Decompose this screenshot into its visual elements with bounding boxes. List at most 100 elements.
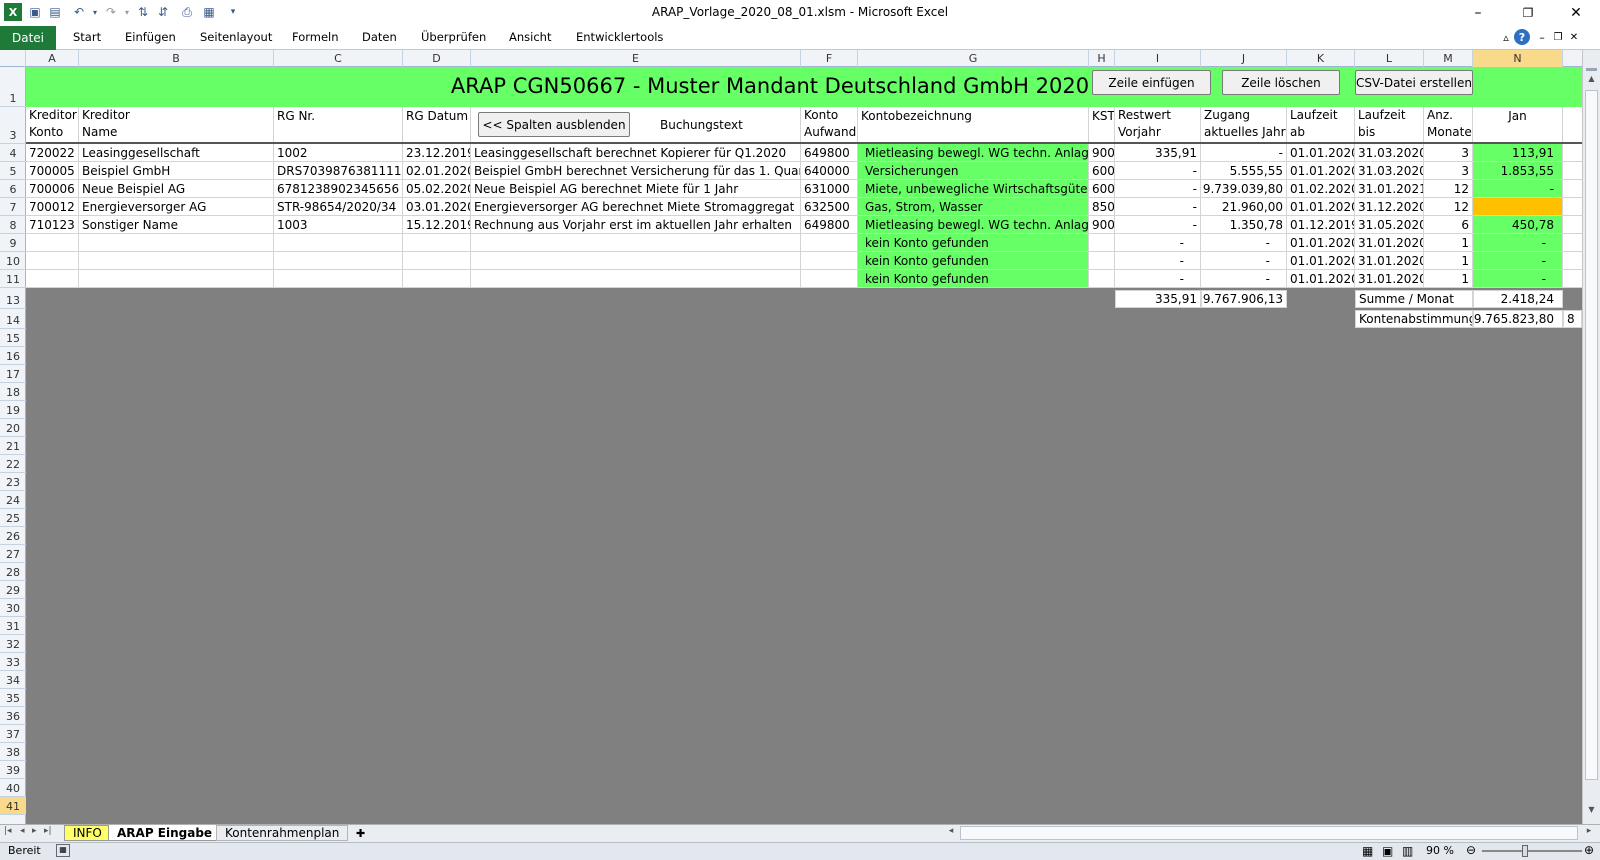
vertical-scrollbar[interactable]: ▲ ▼: [1582, 50, 1600, 824]
row-header[interactable]: 4: [0, 144, 26, 162]
cell-kreditor-name[interactable]: [79, 252, 274, 269]
cell-rg-datum[interactable]: 15.12.2019: [403, 216, 471, 233]
row-header[interactable]: 20: [0, 419, 26, 437]
row-header[interactable]: 17: [0, 365, 26, 383]
cell-buchungstext[interactable]: Beispiel GmbH berechnet Versicherung für…: [471, 162, 801, 179]
cell-rg-nr[interactable]: [274, 234, 403, 251]
cell-jan[interactable]: -: [1473, 270, 1563, 287]
cell-buchungstext[interactable]: [471, 270, 801, 287]
row-header[interactable]: 33: [0, 653, 26, 671]
tab-data[interactable]: Daten: [362, 30, 397, 44]
zoom-level[interactable]: 90 %: [1426, 844, 1454, 857]
cell-buchungstext[interactable]: Energieversorger AG berechnet Miete Stro…: [471, 198, 801, 215]
cell-jan[interactable]: -: [1473, 234, 1563, 251]
cell-kontobezeichnung[interactable]: Mietleasing bewegl. WG techn. Anlagen: [858, 144, 1089, 161]
row-header[interactable]: 3: [0, 107, 26, 144]
tab-developer[interactable]: Entwicklertools: [576, 30, 663, 44]
column-header-m[interactable]: M: [1424, 50, 1473, 67]
cell-rg-datum[interactable]: 05.02.2020: [403, 180, 471, 197]
cell-kst[interactable]: [1089, 270, 1115, 287]
total-restwert[interactable]: 335,91: [1115, 290, 1201, 308]
row-header[interactable]: 14: [0, 309, 26, 329]
cell-anz-monate[interactable]: 1: [1424, 234, 1473, 251]
cell-kreditor-name[interactable]: Energieversorger AG: [79, 198, 274, 215]
row-header[interactable]: 13: [0, 288, 26, 309]
cell-kreditor-konto[interactable]: 700006: [26, 180, 79, 197]
row-header[interactable]: 7: [0, 198, 26, 216]
cell-rg-datum[interactable]: 02.01.2020: [403, 162, 471, 179]
scroll-left-icon[interactable]: ◂: [946, 826, 956, 840]
row-header[interactable]: 28: [0, 563, 26, 581]
tab-file[interactable]: Datei: [0, 26, 56, 50]
tab-view[interactable]: Ansicht: [509, 30, 551, 44]
row-header[interactable]: 29: [0, 581, 26, 599]
row-header[interactable]: 39: [0, 761, 26, 779]
cell-kreditor-konto[interactable]: 710123: [26, 216, 79, 233]
column-header-j[interactable]: J: [1201, 50, 1287, 67]
cell-laufzeit-bis[interactable]: 31.01.2020: [1355, 270, 1424, 287]
cell-laufzeit-ab[interactable]: 01.01.2020: [1287, 144, 1355, 161]
cell-anz-monate[interactable]: 3: [1424, 144, 1473, 161]
sum-per-month-value[interactable]: 2.418,24: [1473, 290, 1563, 308]
row-header[interactable]: 11: [0, 270, 26, 288]
cell-buchungstext[interactable]: [471, 234, 801, 251]
cell-restwert[interactable]: -: [1115, 198, 1201, 215]
cell-rg-datum[interactable]: [403, 234, 471, 251]
cell-konto-aufwand[interactable]: 649800: [801, 216, 858, 233]
cell-restwert[interactable]: -: [1115, 270, 1201, 287]
scroll-down-icon[interactable]: ▼: [1585, 805, 1598, 817]
cell-anz-monate[interactable]: 12: [1424, 198, 1473, 215]
scroll-right-icon[interactable]: ▸: [1584, 826, 1594, 840]
row-header[interactable]: 25: [0, 509, 26, 527]
cell-restwert[interactable]: -: [1115, 234, 1201, 251]
sheet-tab-kontenrahmenplan[interactable]: Kontenrahmenplan: [216, 825, 349, 841]
row-header[interactable]: 8: [0, 216, 26, 234]
row-header[interactable]: 30: [0, 599, 26, 617]
cell-kreditor-name[interactable]: Sonstiger Name: [79, 216, 274, 233]
row-header[interactable]: 34: [0, 671, 26, 689]
cell-kontobezeichnung[interactable]: kein Konto gefunden: [858, 252, 1089, 269]
cell-kreditor-konto[interactable]: [26, 234, 79, 251]
row-header[interactable]: 36: [0, 707, 26, 725]
cell-konto-aufwand[interactable]: [801, 252, 858, 269]
cell-kst[interactable]: [1089, 252, 1115, 269]
cell-restwert[interactable]: -: [1115, 162, 1201, 179]
cell-laufzeit-bis[interactable]: 31.05.2020: [1355, 216, 1424, 233]
column-header-h[interactable]: H: [1089, 50, 1115, 67]
restore-button[interactable]: ❐: [1508, 2, 1548, 24]
cell-rg-datum[interactable]: 03.01.2020: [403, 198, 471, 215]
tab-page-layout[interactable]: Seitenlayout: [200, 30, 272, 44]
cell-anz-monate[interactable]: 12: [1424, 180, 1473, 197]
cell-kreditor-name[interactable]: [79, 270, 274, 287]
tab-insert[interactable]: Einfügen: [125, 30, 176, 44]
zoom-out-icon[interactable]: ⊖: [1466, 843, 1476, 857]
row-header[interactable]: 18: [0, 383, 26, 401]
cell-restwert[interactable]: -: [1115, 252, 1201, 269]
tab-start[interactable]: Start: [73, 30, 101, 44]
tab-review[interactable]: Überprüfen: [421, 30, 486, 44]
cell-laufzeit-ab[interactable]: 01.01.2020: [1287, 234, 1355, 251]
cell-buchungstext[interactable]: Leasinggesellschaft berechnet Kopierer f…: [471, 144, 801, 161]
cell-konto-aufwand[interactable]: [801, 270, 858, 287]
row-header[interactable]: 16: [0, 347, 26, 365]
column-header-i[interactable]: I: [1115, 50, 1201, 67]
cell-kst[interactable]: 600: [1089, 180, 1115, 197]
row-header[interactable]: 24: [0, 491, 26, 509]
cell-laufzeit-bis[interactable]: 31.03.2020: [1355, 144, 1424, 161]
column-header-c[interactable]: C: [274, 50, 403, 67]
total-zugang[interactable]: 9.767.906,13: [1201, 290, 1287, 308]
zoom-slider-thumb[interactable]: [1522, 845, 1528, 857]
split-handle-icon[interactable]: [1586, 68, 1597, 71]
hide-columns-button[interactable]: << Spalten ausblenden: [478, 112, 630, 137]
cell-zugang[interactable]: 9.739.039,80: [1201, 180, 1287, 197]
cell-jan[interactable]: 1.853,55: [1473, 162, 1563, 179]
row-header[interactable]: 38: [0, 743, 26, 761]
column-header-d[interactable]: D: [403, 50, 471, 67]
cell-anz-monate[interactable]: 3: [1424, 162, 1473, 179]
cell-laufzeit-ab[interactable]: 01.02.2020: [1287, 180, 1355, 197]
cell-restwert[interactable]: -: [1115, 216, 1201, 233]
cell-kst[interactable]: 850: [1089, 198, 1115, 215]
close-button[interactable]: ✕: [1556, 2, 1596, 24]
row-header[interactable]: 10: [0, 252, 26, 270]
cell-anz-monate[interactable]: 6: [1424, 216, 1473, 233]
